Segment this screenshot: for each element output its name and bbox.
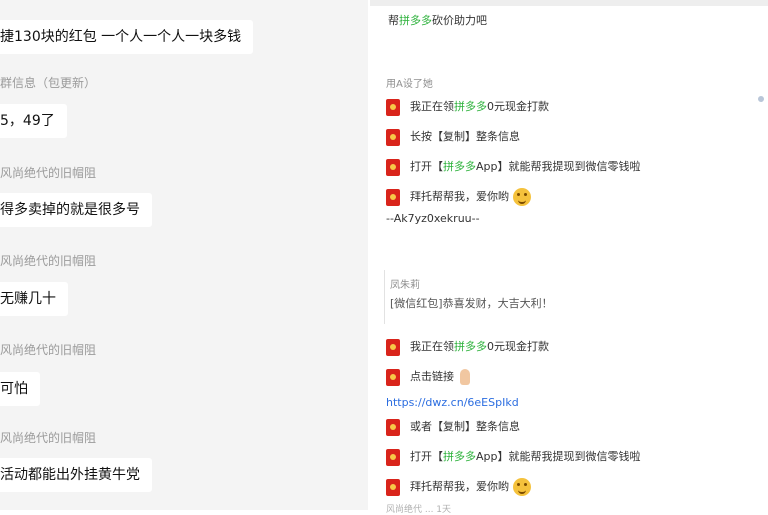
red-envelope-icon — [386, 478, 400, 496]
message-line: 或者【复制】整条信息 — [386, 416, 520, 438]
message-line: 我正在领 拼多多 0元现金打款 — [386, 96, 549, 118]
highlight-text: 拼多多 — [399, 14, 432, 27]
text-run: App】就能帮我提现到微信零钱啦 — [476, 450, 641, 463]
message-line: 长按【复制】整条信息 — [386, 126, 520, 148]
link-line: https://dwz.cn/6eESpIkd — [386, 392, 519, 414]
sender-name: 凤朱莉 — [390, 280, 420, 291]
text-run: 长按【复制】整条信息 — [410, 130, 520, 143]
share-link[interactable]: https://dwz.cn/6eESpIkd — [386, 392, 519, 414]
red-envelope-icon — [386, 128, 400, 146]
share-code: --Ak7yz0xekruu-- — [386, 212, 480, 225]
red-envelope-icon — [386, 368, 400, 386]
highlight-text: 拼多多 — [443, 160, 476, 173]
message-bubble: 5，49了 — [0, 104, 67, 138]
message-text: 无赚几十 — [0, 291, 56, 307]
sender-name: 风尚绝代的旧帽阻 — [0, 254, 97, 268]
pointing-finger-icon — [460, 369, 470, 385]
text-run: 0元现金打款 — [487, 340, 549, 353]
text-run: 砍价助力吧 — [432, 14, 487, 27]
text-run: App】就能帮我提现到微信零钱啦 — [476, 160, 641, 173]
sender-name: 风尚绝代的旧帽阻 — [0, 166, 97, 180]
quoted-message: [微信红包]恭喜发财，大吉大利！ — [390, 297, 553, 310]
quote-divider — [384, 270, 385, 324]
red-envelope-icon — [386, 188, 400, 206]
red-envelope-icon — [386, 338, 400, 356]
red-envelope-icon — [386, 158, 400, 176]
message-text: 可怕 — [0, 381, 28, 397]
pane-top-strip — [370, 0, 768, 6]
message-bubble: 无赚几十 — [0, 282, 68, 316]
message-line: 点击链接 — [386, 366, 470, 388]
sender-name: 群信息（包更新） — [0, 76, 97, 90]
code-line: --Ak7yz0xekruu-- — [386, 208, 480, 230]
sender-name: 风尚绝代的旧帽阻 — [0, 431, 97, 445]
text-run: 打开【 — [410, 160, 443, 173]
text-run: 打开【 — [410, 450, 443, 463]
text-run: 拜托帮帮我，爱你哟 — [410, 190, 509, 203]
smile-emoji-icon — [513, 188, 531, 206]
sender-name: 风尚绝代的旧帽阻 — [0, 343, 97, 357]
message-text: 捷130块的红包 一个人一个人一块多钱 — [0, 29, 242, 45]
text-run: 0元现金打款 — [487, 100, 549, 113]
highlight-text: 拼多多 — [454, 100, 487, 113]
highlight-text: 拼多多 — [443, 450, 476, 463]
left-chat-pane: 捷130块的红包 一个人一个人一块多钱 群信息（包更新） 5，49了 风尚绝代的… — [0, 0, 368, 510]
message-text: 5，49了 — [0, 113, 55, 129]
text-run: 点击链接 — [410, 370, 454, 383]
text-run: 帮 — [388, 14, 399, 27]
text-run: 我正在领 — [410, 340, 454, 353]
right-chat-pane: 帮拼多多砍价助力吧 用A设了她 我正在领 拼多多 0元现金打款 长按【复制】整条信息… — [370, 0, 768, 515]
message-text: 帮拼多多砍价助力吧 — [388, 12, 487, 28]
message-text: 活动都能出外挂黄牛党 — [0, 467, 140, 483]
message-bubble: 活动都能出外挂黄牛党 — [0, 458, 152, 492]
smile-emoji-icon — [513, 478, 531, 496]
message-line: 拜托帮帮我，爱你哟 — [386, 186, 531, 208]
red-envelope-icon — [386, 98, 400, 116]
sender-name: 用A设了她 — [386, 79, 433, 90]
red-envelope-icon — [386, 448, 400, 466]
text-run: 我正在领 — [410, 100, 454, 113]
message-line: 打开【 拼多多 App】就能帮我提现到微信零钱啦 — [386, 156, 641, 178]
red-envelope-icon — [386, 418, 400, 436]
message-line: 打开【 拼多多 App】就能帮我提现到微信零钱啦 — [386, 446, 641, 468]
text-run: 拜托帮帮我，爱你哟 — [410, 480, 509, 493]
message-bubble: 得多卖掉的就是很多号 — [0, 193, 152, 227]
text-run: 或者【复制】整条信息 — [410, 420, 520, 433]
message-line: 拜托帮帮我，爱你哟 — [386, 476, 531, 498]
highlight-text: 拼多多 — [454, 340, 487, 353]
bottom-meta-text: 风尚绝代 ... 1天 — [386, 505, 452, 515]
status-dot — [758, 96, 764, 102]
message-bubble: 捷130块的红包 一个人一个人一块多钱 — [0, 20, 254, 54]
message-line: 我正在领 拼多多 0元现金打款 — [386, 336, 549, 358]
message-bubble: 可怕 — [0, 372, 40, 406]
message-text: 得多卖掉的就是很多号 — [0, 202, 140, 218]
